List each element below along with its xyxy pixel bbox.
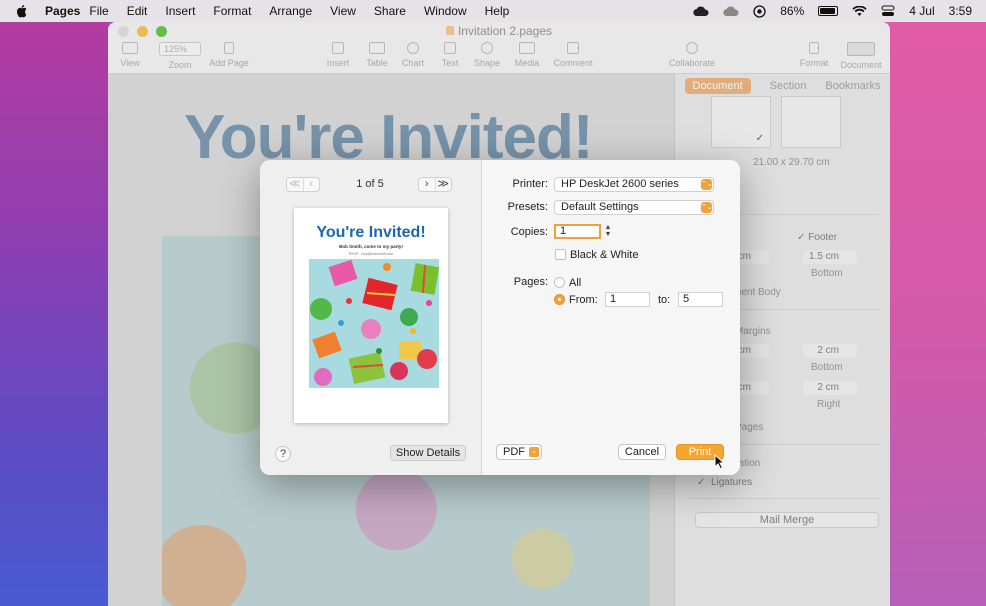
- pdf-menu-button[interactable]: PDF ⌄: [496, 444, 542, 460]
- print-dialog: ≪ ‹ 1 of 5 › ≫ You're Invited! Bob Smith…: [260, 160, 740, 475]
- pages-label: Pages:: [513, 276, 548, 288]
- desktop-wallpaper-left: [0, 22, 110, 606]
- help-button[interactable]: ?: [275, 446, 291, 462]
- preview-photo: [309, 259, 439, 388]
- menu-edit[interactable]: Edit: [127, 4, 148, 18]
- menu-bar: Pages File Edit Insert Format Arrange Vi…: [0, 0, 986, 22]
- menu-window[interactable]: Window: [424, 4, 467, 18]
- preview-rsvp: RSVP · rsvp@bobsmith.com: [348, 252, 394, 256]
- pages-all-radio[interactable]: [554, 277, 565, 288]
- presets-select[interactable]: Default Settings ⌃⌄: [554, 200, 714, 215]
- popup-arrows-icon: ⌃⌄: [701, 202, 713, 213]
- previous-page-button[interactable]: ‹: [302, 178, 320, 191]
- pdf-label: PDF: [503, 446, 525, 458]
- next-page-button[interactable]: ›: [419, 178, 435, 191]
- mouse-cursor-icon: [714, 454, 726, 470]
- copies-label: Copies:: [510, 226, 548, 238]
- copies-input[interactable]: 1: [554, 224, 601, 239]
- presets-label: Presets:: [507, 201, 548, 213]
- show-details-button[interactable]: Show Details: [390, 445, 466, 461]
- pages-to-input[interactable]: 5: [678, 292, 723, 307]
- menu-view[interactable]: View: [330, 4, 356, 18]
- desktop-wallpaper-right: [886, 22, 986, 606]
- copies-stepper[interactable]: ▲ ▼: [604, 224, 612, 239]
- apple-icon[interactable]: [13, 3, 31, 19]
- chevron-down-icon: ⌄: [529, 447, 539, 457]
- menu-arrange[interactable]: Arrange: [269, 4, 312, 18]
- menu-date[interactable]: 4 Jul: [909, 4, 934, 18]
- preview-subtitle: Bob Smith, come to my party!: [339, 244, 403, 249]
- black-white-label: Black & White: [570, 249, 639, 261]
- pages-from-radio[interactable]: [554, 294, 565, 305]
- black-white-checkbox[interactable]: [555, 249, 566, 260]
- presets-select-value: Default Settings: [561, 201, 639, 213]
- pages-from-label: From:: [569, 294, 598, 306]
- battery-icon[interactable]: [818, 6, 839, 16]
- menu-app-name[interactable]: Pages: [45, 4, 80, 18]
- preview-nav-forward: › ≫: [418, 177, 452, 192]
- battery-percent[interactable]: 86%: [780, 4, 804, 18]
- wifi-icon[interactable]: [852, 5, 867, 17]
- preview-nav-back: ≪ ‹: [286, 177, 320, 192]
- control-center-icon[interactable]: [881, 5, 895, 17]
- menu-insert[interactable]: Insert: [165, 4, 195, 18]
- popup-arrows-icon: ⌃⌄: [701, 179, 713, 190]
- creative-cloud-icon[interactable]: [693, 5, 709, 17]
- menu-file[interactable]: File: [89, 4, 108, 18]
- menu-share[interactable]: Share: [374, 4, 406, 18]
- last-page-button[interactable]: ≫: [434, 178, 452, 191]
- page-preview: You're Invited! Bob Smith, come to my pa…: [294, 208, 448, 423]
- party-decorations-image: [310, 259, 439, 386]
- menu-time[interactable]: 3:59: [949, 4, 972, 18]
- menu-help[interactable]: Help: [485, 4, 510, 18]
- menu-format[interactable]: Format: [213, 4, 251, 18]
- print-preview-pane: ≪ ‹ 1 of 5 › ≫ You're Invited! Bob Smith…: [260, 160, 482, 475]
- preview-title: You're Invited!: [316, 224, 426, 241]
- page-indicator: 1 of 5: [356, 178, 384, 190]
- cloud-icon[interactable]: [723, 5, 739, 17]
- printer-label: Printer:: [512, 178, 548, 190]
- account-icon[interactable]: [753, 4, 766, 18]
- pages-to-label: to:: [658, 294, 671, 306]
- pages-all-label: All: [569, 277, 582, 289]
- cancel-button[interactable]: Cancel: [618, 444, 666, 460]
- printer-select[interactable]: HP DeskJet 2600 series ⌃⌄: [554, 177, 714, 192]
- pages-from-input[interactable]: 1: [605, 292, 650, 307]
- printer-select-value: HP DeskJet 2600 series: [561, 178, 679, 190]
- first-page-button[interactable]: ≪: [287, 178, 303, 191]
